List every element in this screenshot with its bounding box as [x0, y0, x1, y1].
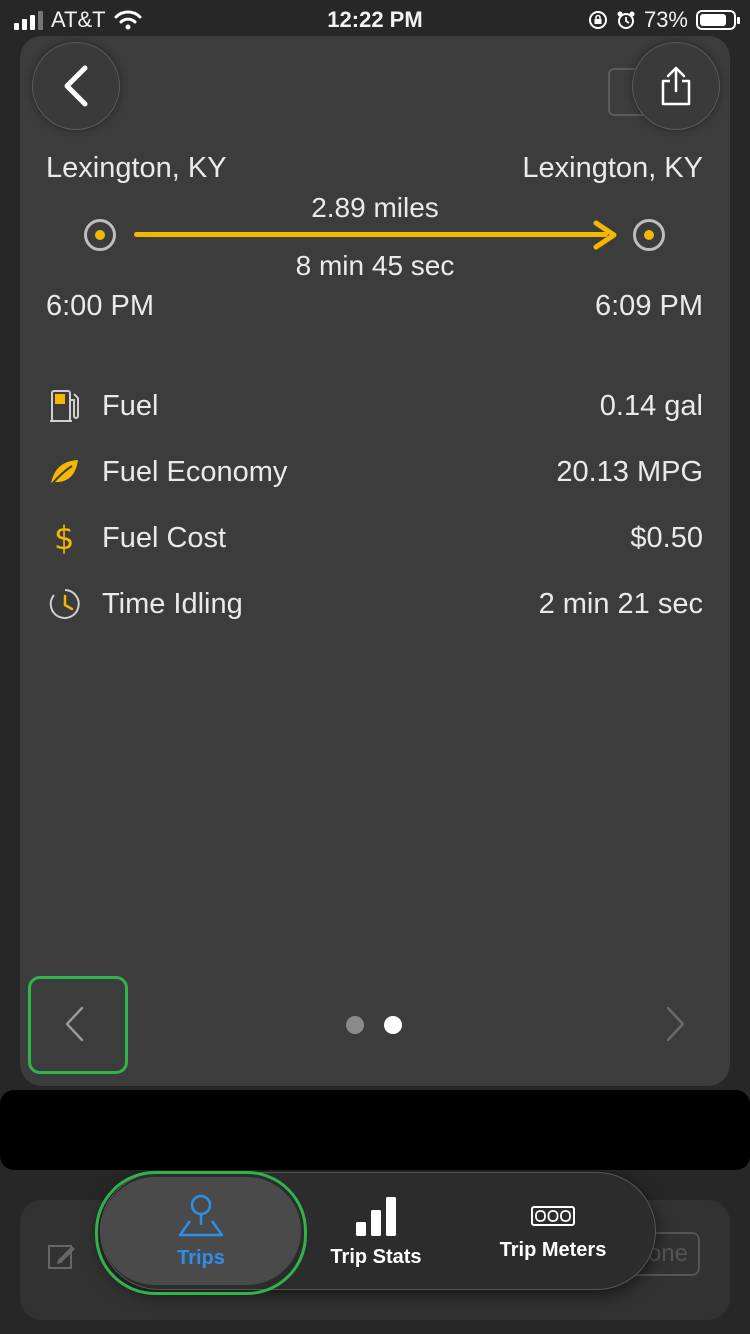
route-arrow-line — [134, 232, 608, 237]
trip-card: Lexington, KY Lexington, KY 2.89 miles 8… — [20, 36, 730, 1086]
stat-value: 2 min 21 sec — [538, 587, 703, 620]
stat-row-fuel-cost: $ Fuel Cost $0.50 — [48, 513, 703, 563]
dollar-icon: $ — [54, 519, 75, 557]
status-right: 73% — [588, 7, 740, 33]
end-time: 6:09 PM — [595, 290, 703, 322]
page-indicator — [346, 1016, 402, 1034]
stat-label: Fuel — [102, 389, 159, 422]
tab-label: Trip Stats — [330, 1245, 422, 1268]
stat-label: Fuel Cost — [102, 521, 227, 554]
battery-icon — [696, 10, 740, 30]
trip-duration: 8 min 45 sec — [295, 250, 455, 281]
edit-icon[interactable] — [46, 1240, 78, 1272]
page-dot-2[interactable] — [384, 1016, 402, 1034]
end-location: Lexington, KY — [522, 152, 703, 184]
stat-label: Time Idling — [102, 587, 243, 620]
end-point-icon — [633, 219, 665, 251]
stat-row-fuel-economy: Fuel Economy 20.13 MPG — [48, 447, 703, 497]
stat-value: $0.50 — [630, 521, 703, 554]
previous-page-button[interactable] — [62, 994, 86, 1054]
start-time: 6:00 PM — [46, 290, 154, 322]
leaf-icon — [48, 457, 102, 487]
start-location: Lexington, KY — [46, 152, 227, 184]
stat-row-time-idling: Time Idling 2 min 21 sec — [48, 579, 703, 629]
trip-distance: 2.89 miles — [311, 192, 439, 223]
trips-tab-highlight — [95, 1171, 307, 1295]
back-button[interactable] — [32, 42, 120, 130]
arrow-head-icon — [593, 220, 617, 250]
chevron-left-icon — [64, 65, 88, 107]
page-dot-1[interactable] — [346, 1016, 364, 1034]
status-bar: AT&T 12:22 PM 73% — [0, 0, 750, 40]
stat-label: Fuel Economy — [102, 455, 288, 488]
start-point-icon — [84, 219, 116, 251]
share-icon — [661, 66, 691, 106]
tab-label: Trip Meters — [499, 1238, 607, 1261]
tab-trip-meters[interactable]: Trip Meters — [473, 1173, 633, 1289]
bar-chart-icon — [356, 1196, 396, 1236]
rotation-lock-icon — [588, 11, 607, 29]
clock-icon — [48, 587, 102, 621]
alarm-icon — [617, 11, 635, 29]
stat-row-fuel: Fuel 0.14 gal — [48, 381, 703, 431]
odometer-icon — [531, 1205, 575, 1226]
stat-value: 0.14 gal — [599, 389, 703, 422]
next-page-button[interactable] — [664, 994, 688, 1054]
tab-trip-stats[interactable]: Trip Stats — [301, 1173, 451, 1289]
share-button[interactable] — [632, 42, 720, 130]
battery-percent: 73% — [643, 7, 688, 32]
redacted-band — [0, 1090, 750, 1170]
fuel-pump-icon — [48, 388, 102, 424]
stat-value: 20.13 MPG — [556, 455, 703, 488]
